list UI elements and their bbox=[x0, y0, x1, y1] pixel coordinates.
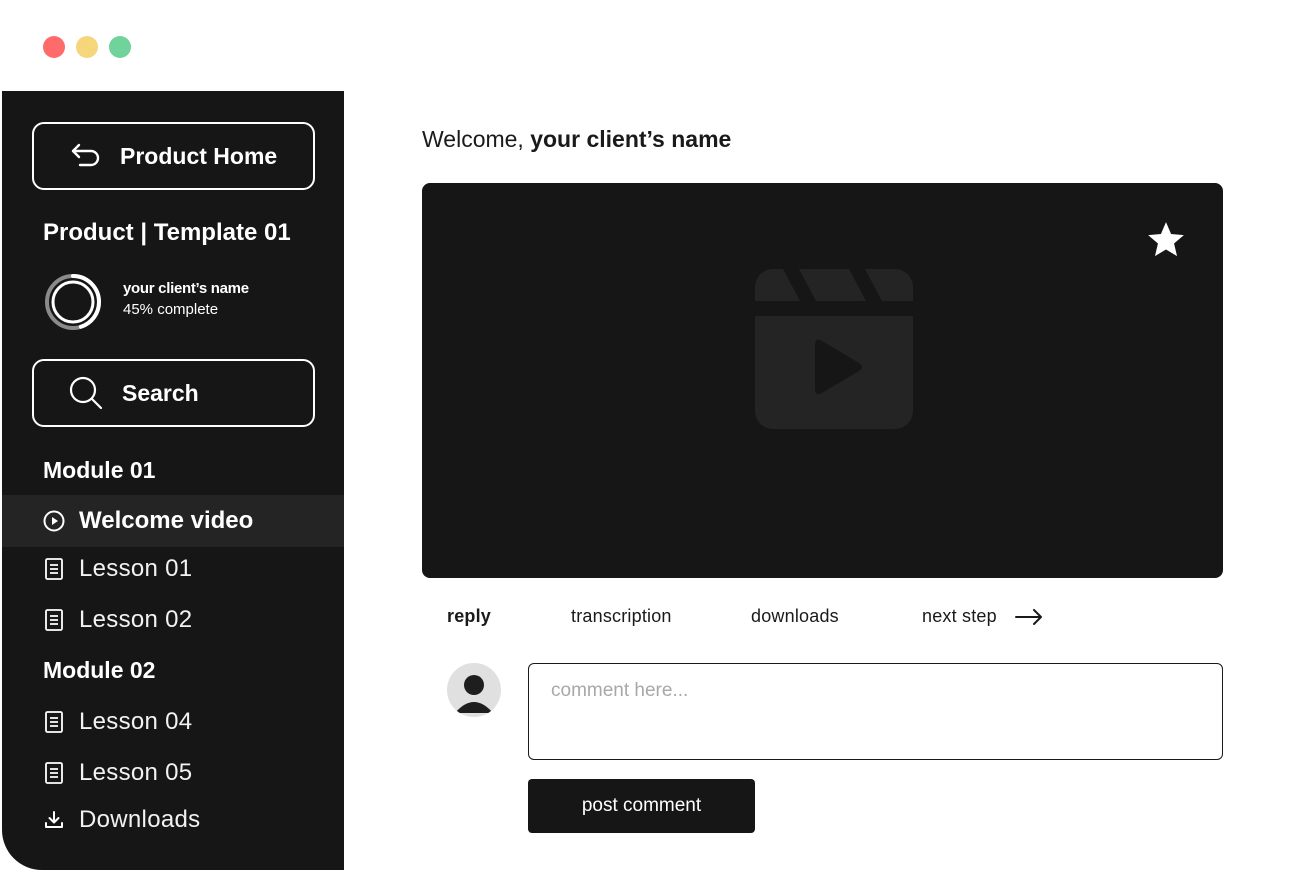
document-icon bbox=[43, 558, 65, 580]
progress-client-name: your client’s name bbox=[123, 280, 249, 297]
progress-info: your client’s name 45% complete bbox=[123, 280, 249, 318]
tab-transcription[interactable]: transcription bbox=[571, 606, 672, 627]
window-controls bbox=[43, 36, 131, 58]
document-icon bbox=[43, 711, 65, 733]
tab-next-step[interactable]: next step bbox=[922, 606, 1043, 627]
tab-downloads[interactable]: downloads bbox=[751, 606, 839, 627]
nav-item-lesson-04[interactable]: Lesson 04 bbox=[2, 696, 344, 748]
user-icon bbox=[455, 675, 493, 713]
client-name: your client’s name bbox=[530, 126, 732, 152]
document-icon bbox=[43, 762, 65, 784]
product-title: Product | Template 01 bbox=[43, 219, 291, 246]
welcome-prefix: Welcome, bbox=[422, 126, 531, 152]
minimize-window-button[interactable] bbox=[76, 36, 98, 58]
nav-item-label: Lesson 05 bbox=[79, 759, 193, 786]
back-arrow-icon bbox=[71, 143, 100, 167]
video-player[interactable] bbox=[422, 183, 1223, 578]
progress-ring bbox=[43, 272, 103, 332]
nav-item-label: Lesson 01 bbox=[79, 555, 193, 582]
product-home-button[interactable]: Product Home bbox=[32, 122, 315, 190]
download-icon bbox=[43, 809, 65, 831]
video-tabs: reply transcription downloads next step bbox=[0, 606, 1296, 630]
tab-reply[interactable]: reply bbox=[447, 606, 491, 627]
nav-item-lesson-01[interactable]: Lesson 01 bbox=[2, 543, 344, 595]
search-button[interactable]: Search bbox=[32, 359, 315, 427]
page-title: Welcome, your client’s name bbox=[422, 126, 731, 153]
play-circle-icon bbox=[43, 510, 65, 532]
post-comment-button[interactable]: post comment bbox=[528, 779, 755, 833]
sidebar: Product Home Product | Template 01 your … bbox=[2, 91, 344, 870]
arrow-right-icon bbox=[1014, 608, 1042, 625]
module-01-title: Module 01 bbox=[43, 457, 156, 483]
nav-item-downloads[interactable]: Downloads bbox=[2, 794, 344, 846]
star-icon[interactable] bbox=[1145, 219, 1187, 261]
close-window-button[interactable] bbox=[43, 36, 65, 58]
search-label: Search bbox=[122, 379, 199, 406]
maximize-window-button[interactable] bbox=[109, 36, 131, 58]
nav-item-welcome-video[interactable]: Welcome video bbox=[2, 495, 344, 547]
comment-input[interactable] bbox=[528, 663, 1223, 760]
video-clapper-icon bbox=[755, 269, 913, 429]
nav-item-label: Downloads bbox=[79, 806, 201, 833]
progress-percent-label: 45% complete bbox=[123, 301, 219, 318]
nav-item-label: Lesson 04 bbox=[79, 708, 193, 735]
avatar bbox=[447, 663, 501, 717]
nav-item-lesson-05[interactable]: Lesson 05 bbox=[2, 747, 344, 799]
module-02-title: Module 02 bbox=[43, 657, 156, 683]
product-home-label: Product Home bbox=[120, 142, 278, 169]
tab-next-step-label: next step bbox=[922, 606, 997, 626]
nav-item-label: Welcome video bbox=[79, 507, 254, 534]
search-icon bbox=[69, 376, 103, 410]
